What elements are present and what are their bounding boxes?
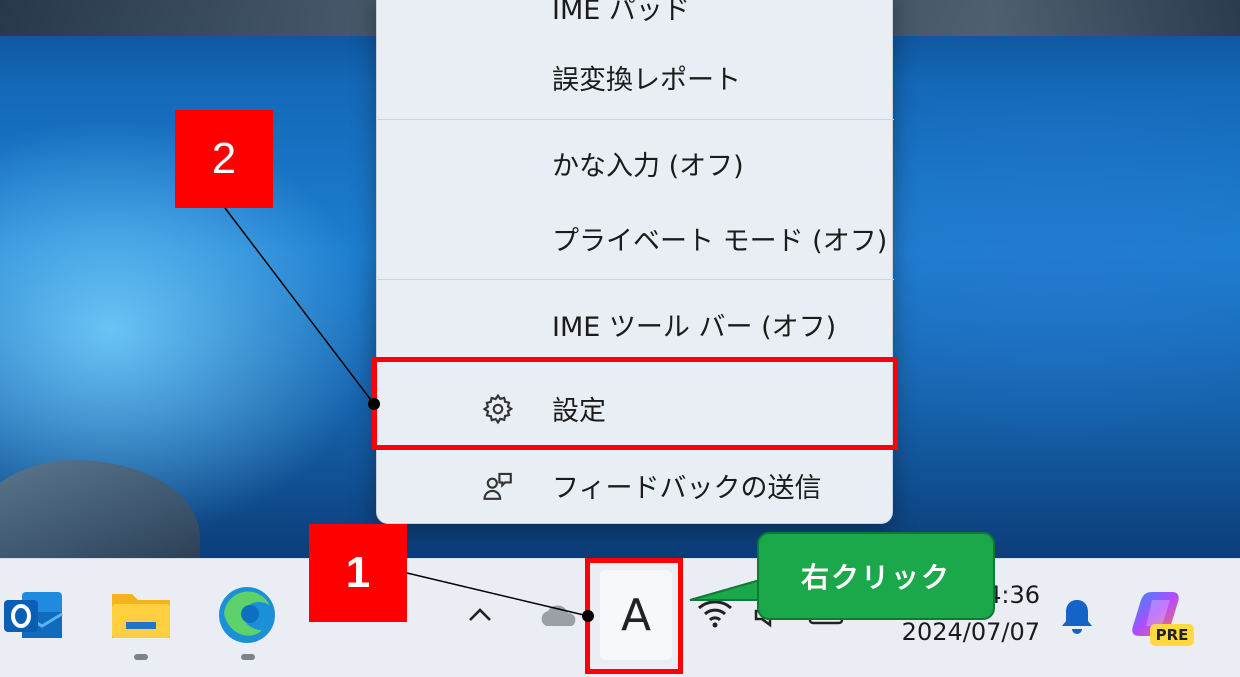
settings-highlight [372,357,898,450]
menu-item-label: IME パッド [552,0,690,26]
step-1-marker: 1 [309,524,407,622]
menu-item-send-feedback[interactable]: フィードバックの送信 [377,461,894,509]
wifi-icon[interactable] [696,596,734,630]
menu-item-label: フィードバックの送信 [552,472,822,504]
copilot-icon[interactable]: PRE [1132,586,1196,648]
menu-separator [377,119,894,120]
menu-item-ime-pad[interactable]: IME パッド [377,0,894,31]
preview-badge: PRE [1150,624,1194,646]
step-2-marker: 2 [175,110,273,208]
ime-highlight [585,558,683,674]
wallpaper-rock [0,460,200,560]
running-indicator [241,654,255,660]
menu-item-label: プライベート モード (オフ) [552,225,888,257]
edge-icon[interactable] [216,584,278,646]
step-1-number: 1 [345,548,371,597]
running-indicator [134,654,148,660]
menu-item-label: 誤変換レポート [552,64,741,96]
right-click-bubble: 右クリック [757,532,995,620]
outlook-icon[interactable] [4,588,64,644]
bell-icon[interactable] [1060,596,1094,636]
file-explorer-icon[interactable] [110,586,172,642]
step-2-number: 2 [211,134,237,183]
menu-separator [377,279,894,280]
menu-item-label: かな入力 (オフ) [552,150,744,182]
menu-item-private-mode[interactable]: プライベート モード (オフ) [377,214,894,262]
bubble-text: 右クリック [800,561,951,594]
onedrive-icon[interactable] [536,600,582,630]
feedback-icon [483,472,512,500]
menu-item-ime-toolbar[interactable]: IME ツール バー (オフ) [377,300,894,348]
menu-item-kana-input[interactable]: かな入力 (オフ) [377,139,894,187]
chevron-up-icon[interactable] [466,604,494,624]
menu-item-label: IME ツール バー (オフ) [552,311,837,343]
menu-item-conversion-report[interactable]: 誤変換レポート [377,53,894,101]
